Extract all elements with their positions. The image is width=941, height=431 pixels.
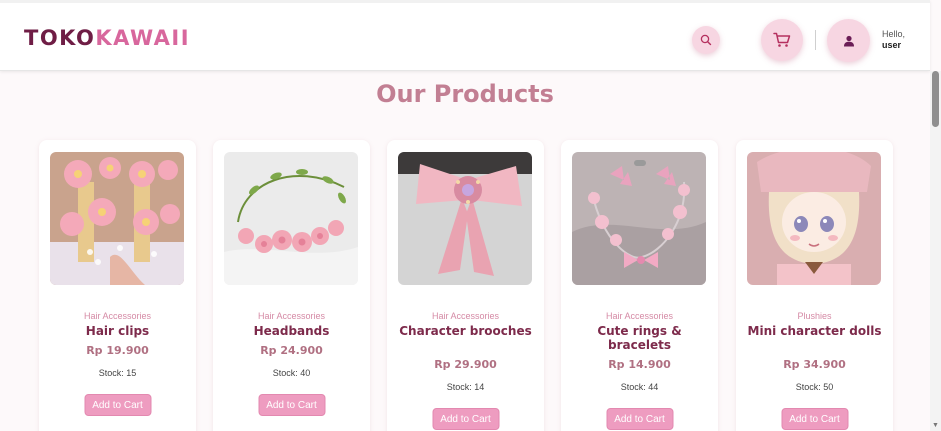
product-name[interactable]: Cute rings & bracelets [569, 324, 710, 352]
product-stock: Stock: 15 [98, 368, 137, 378]
product-name[interactable]: Mini character dolls [744, 324, 885, 338]
add-to-cart-button[interactable]: Add to Cart [606, 408, 673, 430]
product-price: Rp 14.900 [608, 358, 671, 371]
top-navbar: TOKOKAWAII Hello, user [0, 0, 930, 71]
product-image[interactable] [224, 152, 358, 285]
product-card: Plushies Mini character dolls Rp 34.900 … [736, 140, 893, 431]
product-category: Plushies [797, 311, 832, 321]
cart-button[interactable] [761, 19, 803, 61]
username-text: user [882, 40, 902, 50]
user-icon [843, 35, 854, 46]
search-button[interactable] [692, 26, 720, 54]
product-category: Hair Accessories [257, 311, 326, 321]
product-category: Hair Accessories [83, 311, 152, 321]
product-stock: Stock: 50 [795, 382, 834, 392]
product-category: Hair Accessories [431, 311, 500, 321]
product-price: Rp 34.900 [783, 358, 846, 371]
site-logo[interactable]: TOKOKAWAII [24, 26, 190, 50]
search-icon [700, 34, 712, 46]
product-image[interactable] [572, 152, 706, 285]
page-scrollbar[interactable]: ▲ ▼ [930, 71, 941, 431]
product-stock: Stock: 44 [620, 382, 659, 392]
header-divider [815, 30, 816, 50]
product-price: Rp 24.900 [260, 344, 323, 357]
product-name[interactable]: Hair clips [47, 324, 188, 338]
product-image[interactable] [50, 152, 184, 285]
product-stock: Stock: 14 [446, 382, 485, 392]
add-to-cart-button[interactable]: Add to Cart [781, 408, 848, 430]
user-account-button[interactable] [827, 19, 870, 62]
user-greeting: Hello, user [882, 29, 905, 51]
greeting-text: Hello, [882, 29, 906, 39]
product-name[interactable]: Headbands [221, 324, 362, 338]
logo-text-kawaii: KAWAII [95, 26, 191, 50]
product-card: Hair Accessories Cute rings & bracelets … [561, 140, 718, 431]
add-to-cart-button[interactable]: Add to Cart [258, 394, 325, 416]
scrollbar-thumb[interactable] [932, 71, 939, 127]
product-stock: Stock: 40 [272, 368, 311, 378]
product-name[interactable]: Character brooches [395, 324, 536, 338]
product-card: Hair Accessories Character brooches Rp 2… [387, 140, 544, 431]
logo-text-toko: TOKO [24, 26, 96, 50]
add-to-cart-button[interactable]: Add to Cart [84, 394, 151, 416]
cart-icon [773, 32, 791, 47]
add-to-cart-button[interactable]: Add to Cart [432, 408, 499, 430]
scroll-down-arrow-icon[interactable]: ▼ [931, 422, 940, 430]
product-category: Hair Accessories [605, 311, 674, 321]
product-card: Hair Accessories Hair clips Rp 19.900 St… [39, 140, 196, 431]
product-card: Hair Accessories Headbands Rp 24.900 Sto… [213, 140, 370, 431]
product-price: Rp 29.900 [434, 358, 497, 371]
page-title: Our Products [376, 80, 554, 108]
product-price: Rp 19.900 [86, 344, 149, 357]
product-image[interactable] [398, 152, 532, 285]
product-image[interactable] [747, 152, 881, 285]
page: TOKOKAWAII Hello, user ▼ Our Products Ha… [0, 0, 941, 431]
